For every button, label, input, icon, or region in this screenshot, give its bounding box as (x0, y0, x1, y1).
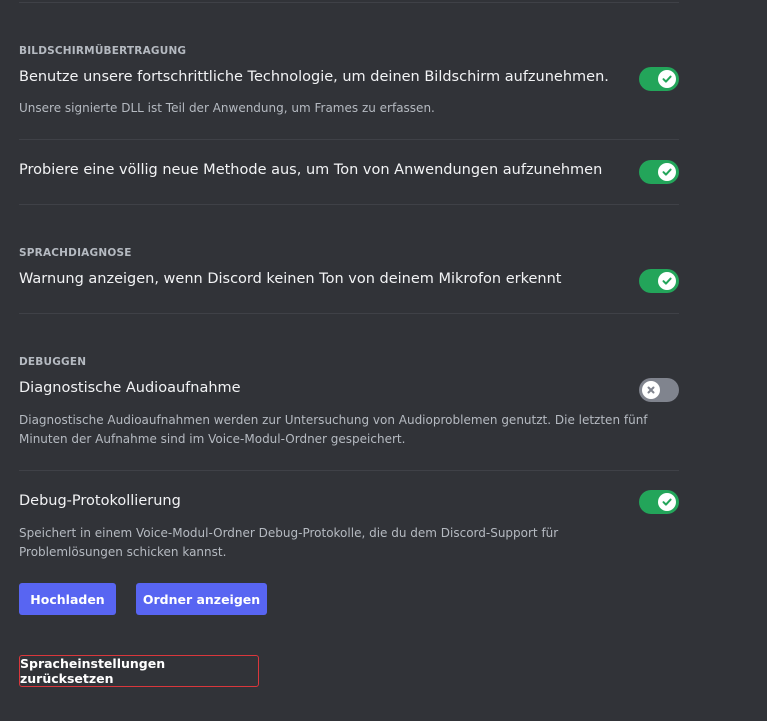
audio-recording-title: Diagnostische Audioaufnahme (19, 380, 241, 396)
debug-logging-title: Debug-Protokollierung (19, 493, 181, 509)
check-icon (662, 277, 672, 285)
check-icon (662, 75, 672, 83)
reset-voice-settings-button[interactable]: Spracheinstellungen zurücksetzen (19, 655, 259, 687)
mic-warning-title: Warnung anzeigen, wenn Discord keinen To… (19, 271, 562, 287)
advanced-tech-description: Unsere signierte DLL ist Teil der Anwend… (19, 101, 435, 115)
toggle-knob (658, 163, 676, 181)
app-audio-title: Probiere eine völlig neue Methode aus, u… (19, 162, 603, 178)
close-icon (647, 386, 655, 394)
section-title-debugging: DEBUGGEN (19, 356, 87, 368)
divider (19, 313, 679, 314)
app-audio-toggle[interactable] (639, 160, 679, 184)
advanced-tech-title: Benutze unsere fortschrittliche Technolo… (19, 69, 609, 85)
debug-logging-description: Speichert in einem Voice-Modul-Ordner De… (19, 526, 559, 559)
debug-logging-toggle[interactable] (639, 490, 679, 514)
toggle-knob (658, 493, 676, 511)
audio-recording-description: Diagnostische Audioaufnahmen werden zur … (19, 413, 648, 446)
divider (19, 2, 679, 3)
divider (19, 139, 679, 140)
voice-settings-panel: BILDSCHIRMÜBERTRAGUNG Benutze unsere for… (0, 0, 767, 721)
show-folder-button[interactable]: Ordner anzeigen (136, 583, 267, 615)
audio-recording-toggle[interactable] (639, 378, 679, 402)
section-title-screen-share: BILDSCHIRMÜBERTRAGUNG (19, 45, 187, 57)
check-icon (662, 168, 672, 176)
upload-button[interactable]: Hochladen (19, 583, 116, 615)
toggle-knob (642, 381, 660, 399)
toggle-knob (658, 272, 676, 290)
mic-warning-toggle[interactable] (639, 269, 679, 293)
check-icon (662, 498, 672, 506)
divider (19, 204, 679, 205)
advanced-tech-toggle[interactable] (639, 67, 679, 91)
section-title-voice-diagnostics: SPRACHDIAGNOSE (19, 247, 132, 259)
divider (19, 470, 679, 471)
toggle-knob (658, 70, 676, 88)
